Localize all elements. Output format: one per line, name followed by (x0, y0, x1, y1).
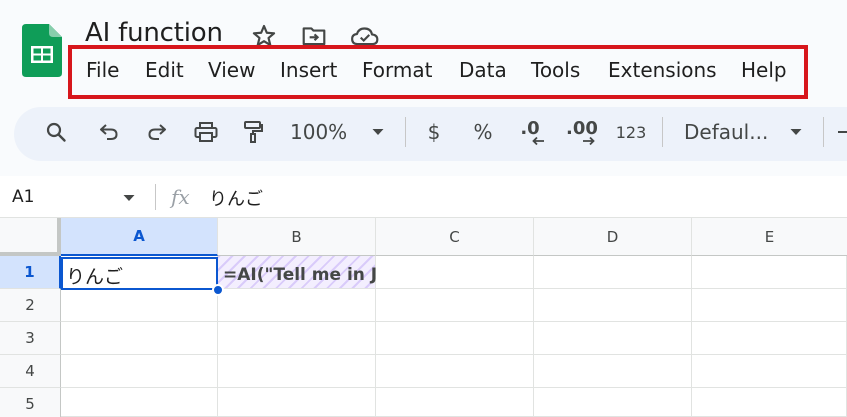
menu-extensions[interactable]: Extensions (608, 58, 717, 82)
menu-data[interactable]: Data (459, 58, 507, 82)
increase-decimal-button[interactable]: .00 (563, 116, 601, 148)
cell-d3[interactable] (534, 322, 692, 355)
active-cell-border (61, 257, 218, 290)
toolbar-divider (405, 117, 406, 147)
zoom-dropdown-button[interactable] (368, 116, 388, 148)
cell-b3[interactable] (218, 322, 376, 355)
cell-b1-formula: =AI("Tell me in J (223, 265, 376, 285)
cell-d4[interactable] (534, 355, 692, 388)
redo-icon (148, 124, 166, 140)
formula-input[interactable]: りんご (209, 185, 263, 211)
cell-c4[interactable] (376, 355, 534, 388)
column-header-c[interactable]: C (376, 218, 534, 256)
cell-c3[interactable] (376, 322, 534, 355)
cell-d1[interactable] (534, 256, 692, 289)
undo-icon (100, 124, 118, 140)
menu-format[interactable]: Format (362, 58, 432, 82)
column-header-e[interactable]: E (692, 218, 847, 256)
minus-icon (838, 131, 847, 133)
cell-e5[interactable] (692, 388, 847, 417)
document-title[interactable]: AI function (85, 18, 223, 48)
menu-edit[interactable]: Edit (145, 58, 184, 82)
arrow-right-icon (583, 136, 595, 146)
menu-tools[interactable]: Tools (531, 58, 580, 82)
cell-d2[interactable] (534, 289, 692, 322)
menu-help[interactable]: Help (741, 58, 787, 82)
cell-a5[interactable] (61, 388, 218, 417)
row-header-3[interactable]: 3 (0, 322, 61, 355)
column-header-b[interactable]: B (218, 218, 376, 256)
caret-down-icon (372, 129, 384, 135)
cell-c1[interactable] (376, 256, 534, 289)
caret-down-icon[interactable] (122, 193, 136, 203)
paint-format-icon (244, 121, 263, 143)
fill-handle[interactable] (212, 284, 224, 296)
cell-b5[interactable] (218, 388, 376, 417)
cell-a4[interactable] (61, 355, 218, 388)
percent-format-button[interactable]: % (472, 116, 494, 148)
redo-button[interactable] (143, 116, 171, 148)
zoom-select[interactable]: 100% (290, 116, 354, 148)
toolbar-divider (662, 117, 663, 147)
search-icon (46, 122, 66, 142)
caret-down-icon (790, 129, 802, 135)
search-menus-button[interactable] (42, 116, 70, 148)
font-dropdown-button[interactable] (786, 116, 806, 148)
undo-button[interactable] (95, 116, 123, 148)
name-box[interactable]: A1 (12, 187, 34, 207)
cell-d5[interactable] (534, 388, 692, 417)
column-header-a[interactable]: A (61, 218, 218, 256)
cell-b4[interactable] (218, 355, 376, 388)
select-all-corner[interactable] (0, 218, 61, 256)
menu-insert[interactable]: Insert (280, 58, 337, 82)
toolbar-divider (823, 117, 824, 147)
row-header-2[interactable]: 2 (0, 289, 61, 322)
cell-e2[interactable] (692, 289, 847, 322)
cell-c5[interactable] (376, 388, 534, 417)
row-header-1[interactable]: 1 (0, 256, 61, 289)
cell-e3[interactable] (692, 322, 847, 355)
print-button[interactable] (191, 116, 221, 148)
more-formats-button[interactable]: 123 (615, 116, 647, 148)
decrease-decimal-button[interactable]: .0 (513, 116, 547, 148)
cell-c2[interactable] (376, 289, 534, 322)
row-header-4[interactable]: 4 (0, 355, 61, 388)
fx-icon: fx (171, 185, 190, 209)
cell-e1[interactable] (692, 256, 847, 289)
font-size-decrease-button[interactable] (836, 116, 847, 148)
cell-a3[interactable] (61, 322, 218, 355)
currency-format-button[interactable]: $ (424, 116, 444, 148)
sheets-logo[interactable] (22, 24, 62, 77)
cell-a2[interactable] (61, 289, 218, 322)
column-header-d[interactable]: D (534, 218, 692, 256)
cell-e4[interactable] (692, 355, 847, 388)
row-header-5[interactable]: 5 (0, 388, 61, 417)
menu-view[interactable]: View (208, 58, 255, 82)
formula-bar-divider (155, 184, 156, 210)
paint-format-button[interactable] (240, 116, 266, 148)
menu-file[interactable]: File (86, 58, 119, 82)
cell-b2[interactable] (218, 289, 376, 322)
print-icon (194, 122, 218, 142)
arrow-left-icon (532, 136, 544, 146)
font-family-select[interactable]: Defaul... (684, 116, 776, 148)
